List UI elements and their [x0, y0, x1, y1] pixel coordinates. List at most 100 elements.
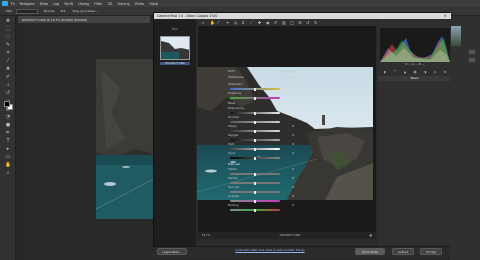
slider-value[interactable]: 0 [284, 125, 294, 128]
cancel-button[interactable]: Avbryt [392, 248, 414, 255]
rotate-right-icon[interactable]: ↻ [314, 20, 318, 25]
pen-tool-icon[interactable]: ✒ [5, 131, 11, 136]
whites-slider[interactable] [230, 147, 280, 151]
menu-window[interactable]: Vindu [135, 2, 145, 6]
split-toning-tab-icon[interactable]: ◑ [423, 70, 428, 74]
crop-tool-icon[interactable]: ⌗ [5, 51, 11, 56]
menu-view[interactable]: Visning [117, 2, 129, 6]
slider-value[interactable]: 0 [284, 116, 294, 119]
color-sampler-icon[interactable]: ✦ [226, 20, 230, 25]
profile-row[interactable]: Profil Adobe-farge [228, 69, 294, 74]
white-balance-tool-icon[interactable]: ⁄ [218, 20, 222, 25]
slider-knob[interactable] [254, 208, 256, 212]
menu-edit[interactable]: Redigere [20, 2, 35, 6]
menu-select[interactable]: Utvalg [78, 2, 89, 6]
quick-select-tool-icon[interactable]: ✎ [5, 43, 11, 48]
slider-value[interactable]: 0 [284, 204, 294, 207]
basic-tab-icon[interactable]: ◐ [383, 70, 388, 74]
slider-knob[interactable] [254, 96, 256, 100]
dodge-tool-icon[interactable]: ● [5, 123, 11, 128]
slider-value[interactable]: 0 [284, 177, 294, 180]
select-and-mask-button[interactable]: Velg og masker... [72, 9, 98, 13]
tone-curve-tab-icon[interactable]: ⌒ [393, 70, 398, 74]
temperature-slider[interactable] [230, 87, 280, 91]
red-eye-icon[interactable]: ◉ [266, 20, 270, 25]
graduated-filter-icon[interactable]: ▥ [282, 20, 286, 25]
blur-tool-icon[interactable]: ◔ [5, 115, 11, 120]
option-field[interactable] [15, 8, 38, 14]
menu-3d[interactable]: 3D [108, 2, 113, 6]
type-tool-icon[interactable]: T [5, 139, 11, 144]
crop-tool-icon[interactable]: ⌗ [242, 20, 246, 25]
dehaze-slider[interactable] [230, 190, 280, 194]
blacks-slider[interactable] [230, 156, 280, 160]
panel-control[interactable] [469, 58, 475, 62]
spot-removal-icon[interactable]: ✚ [258, 20, 262, 25]
menu-layer[interactable]: Lag [53, 2, 59, 6]
rotate-left-icon[interactable]: ↺ [306, 20, 310, 25]
shape-tool-icon[interactable]: ▭ [5, 155, 11, 160]
vibrance-slider[interactable] [230, 199, 280, 203]
hand-tool-icon[interactable]: ✋ [5, 163, 11, 168]
slider-knob[interactable] [254, 156, 256, 160]
slider-value[interactable]: 0 [284, 152, 294, 155]
document-tab[interactable]: DSC00077.ARW @ 16,7% (RGB/8) (Mottatt) [18, 16, 150, 23]
slider-value[interactable]: 0 [284, 195, 294, 198]
slider-value[interactable]: 0 [284, 143, 294, 146]
effects-tab-icon[interactable]: fx [443, 70, 448, 74]
tint-slider[interactable] [230, 96, 280, 100]
texture-slider[interactable] [230, 172, 280, 176]
slider-value[interactable]: 0 [284, 168, 294, 171]
navigator-thumbnail[interactable] [451, 26, 461, 46]
workflow-options-link[interactable]: Adobe RGB (1998); 8 bit; 6000 by 4000 (2… [200, 249, 340, 252]
profile-value[interactable]: Adobe-farge [278, 70, 294, 73]
preferences-icon[interactable]: ☰ [298, 20, 302, 25]
clarity-slider[interactable] [230, 181, 280, 185]
eyedropper-tool-icon[interactable]: ⁄ [5, 59, 11, 64]
slider-value[interactable]: 0 [284, 83, 294, 86]
targeted-adjustment-icon[interactable]: ◎ [234, 20, 238, 25]
exposure-slider[interactable] [230, 111, 280, 115]
adjustment-brush-icon[interactable]: ✐ [274, 20, 278, 25]
zoom-tool-icon[interactable]: ⌕ [202, 20, 206, 25]
contrast-slider[interactable] [230, 120, 280, 124]
slider-value[interactable]: 0 [284, 92, 294, 95]
hand-tool-icon[interactable]: ✋ [210, 20, 215, 25]
straighten-tool-icon[interactable]: ⟋ [250, 20, 254, 25]
white-balance-row[interactable]: Hvitbalanse: Som tatt [228, 75, 294, 80]
save-image-button[interactable]: Lagre bilde... [157, 248, 187, 255]
preview-toggle-icon[interactable]: ▣ [370, 234, 372, 237]
filmstrip-thumbnail[interactable] [160, 36, 190, 60]
detail-tab-icon[interactable]: ▲ [403, 70, 408, 74]
option-mode[interactable]: Normal [44, 9, 55, 13]
close-icon[interactable]: × [444, 13, 447, 18]
lens-tab-icon[interactable]: ◎ [433, 70, 438, 74]
lasso-tool-icon[interactable]: ◌ [5, 35, 11, 40]
path-select-tool-icon[interactable]: ▸ [5, 147, 11, 152]
menu-file[interactable]: Fil [11, 2, 15, 6]
white-balance-select[interactable]: Som tatt [283, 76, 294, 79]
foreground-color-swatch[interactable] [4, 101, 10, 107]
document-image[interactable] [96, 59, 154, 219]
healing-tool-icon[interactable]: ✚ [5, 67, 11, 72]
menu-filter[interactable]: Filter [94, 2, 102, 6]
panel-control[interactable] [469, 50, 475, 54]
menu-help[interactable]: Hjelp [149, 2, 158, 6]
brush-tool-icon[interactable]: ✐ [5, 75, 11, 80]
radial-filter-icon[interactable]: ◯ [290, 20, 294, 25]
highlights-slider[interactable] [230, 129, 280, 133]
slider-value[interactable]: 0,00 [284, 107, 294, 110]
slider-value[interactable]: 0 [284, 134, 294, 137]
done-button[interactable]: Ferdig [420, 248, 442, 255]
hsl-tab-icon[interactable]: ▦ [413, 70, 418, 74]
open-image-button[interactable]: Åpne bilde [355, 248, 385, 255]
shadows-slider[interactable] [230, 138, 280, 142]
marquee-tool-icon[interactable]: ⬚ [5, 27, 11, 32]
menu-image[interactable]: Bilde [40, 2, 48, 6]
menu-type[interactable]: Skrift [64, 2, 73, 6]
zoom-level[interactable]: 16,7% [202, 234, 210, 237]
saturation-slider[interactable] [230, 208, 280, 212]
move-tool-icon[interactable]: ✥ [5, 19, 11, 24]
slider-value[interactable]: 0 [284, 186, 294, 189]
stamp-tool-icon[interactable]: ⊥ [5, 83, 11, 88]
